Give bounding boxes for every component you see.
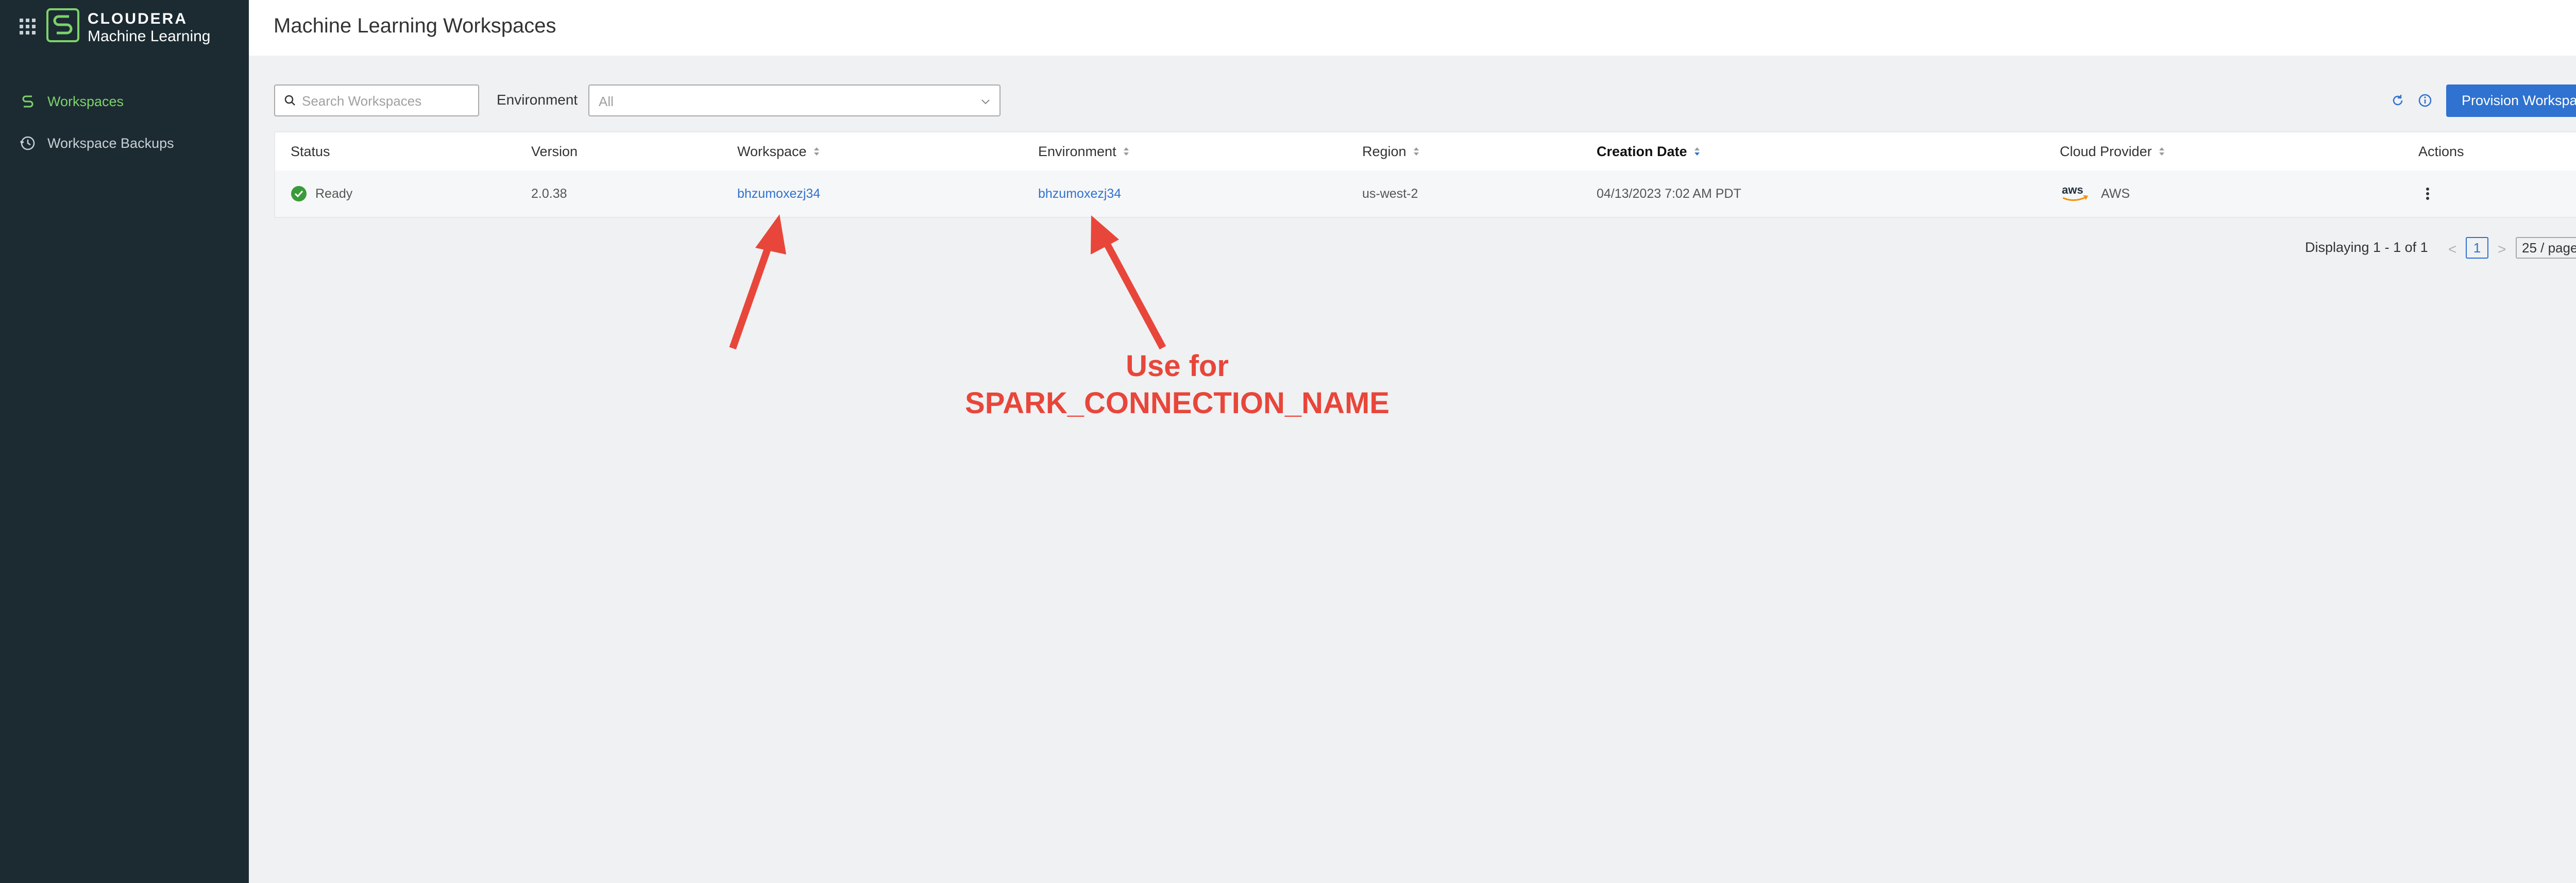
annotation-arrowhead-environment xyxy=(1091,215,1119,254)
annotation-text: Use for SPARK_CONNECTION_NAME xyxy=(958,348,1396,422)
annotation-arrowhead-workspace xyxy=(755,214,786,254)
annotation-line-1: Use for xyxy=(1126,349,1229,383)
annotation-arrow-environment xyxy=(1097,230,1166,350)
annotation-line-2: SPARK_CONNECTION_NAME xyxy=(965,386,1389,420)
annotation-arrows xyxy=(729,214,1166,350)
